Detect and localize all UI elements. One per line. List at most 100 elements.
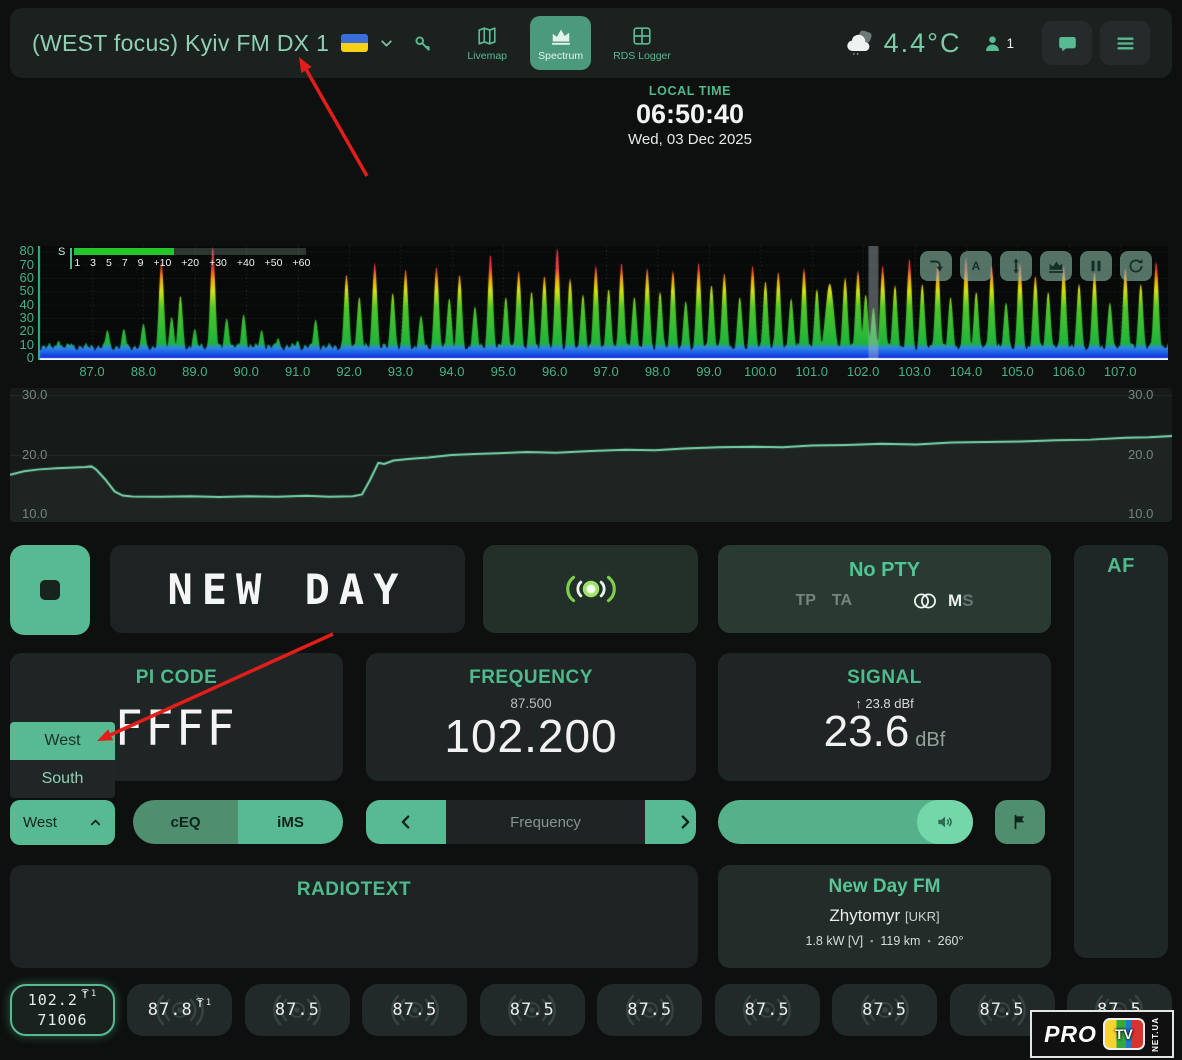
weather-cloud-icon[interactable]	[844, 30, 876, 56]
s-meter-tick: +30	[209, 257, 227, 269]
frequency-input[interactable]	[446, 800, 645, 844]
table-grid-icon	[631, 25, 653, 47]
ceq-button[interactable]: cEQ	[133, 800, 238, 844]
station-name-panel: NEW DAY	[110, 545, 465, 633]
preset-button-6[interactable]: 87.5	[597, 984, 702, 1036]
s-meter: S 13579+10+20+30+40+50+60	[58, 248, 310, 269]
logo-text-net-ua: NET.UA	[1151, 1017, 1160, 1052]
antenna-icon: 1	[80, 988, 97, 1000]
signal-panel: SIGNAL ↑ 23.8 dBf 23.6dBf	[718, 653, 1051, 781]
refresh-button[interactable]	[1120, 251, 1152, 281]
clock-time: 06:50:40	[628, 99, 752, 130]
spectrum-x-tick: 91.0	[281, 364, 315, 379]
s-meter-tick: +20	[181, 257, 199, 269]
transmitter-erp: 1.8 kW [V]	[806, 934, 864, 948]
server-title[interactable]: (WEST focus) Kyiv FM DX 1	[32, 30, 329, 57]
preset-frequency: 87.5	[627, 1000, 672, 1020]
pause-button[interactable]	[1080, 251, 1112, 281]
volume-slider[interactable]	[718, 800, 973, 844]
volume-slider-handle[interactable]	[917, 800, 973, 844]
pty-panel: No PTY TP TA M S	[718, 545, 1051, 633]
preset-frequency: 87.8	[148, 1000, 193, 1020]
signal-y-tick: 30.0	[22, 387, 47, 402]
signal-y-tick: 20.0	[22, 447, 47, 462]
spectrum-x-tick: 92.0	[332, 364, 366, 379]
menu-button[interactable]	[1100, 21, 1150, 65]
audio-playing-icon	[560, 569, 622, 609]
chevron-left-icon	[397, 813, 415, 831]
af-header: AF	[1074, 555, 1168, 578]
s-meter-tick: +50	[265, 257, 283, 269]
af-list-panel: AF	[1074, 545, 1168, 958]
spectrum-y-tick: 50	[8, 283, 34, 298]
spectrum-y-tick: 0	[8, 350, 34, 365]
s-meter-tick: 5	[106, 257, 112, 269]
radiotext-header: RADIOTEXT	[10, 879, 698, 901]
view-dropdown-trigger[interactable]: West	[10, 800, 115, 845]
preset-button-4[interactable]: 87.5	[362, 984, 467, 1036]
radiotext-panel: RADIOTEXT	[10, 865, 698, 968]
s-meter-label: S	[58, 246, 65, 269]
radiotext-value	[10, 909, 698, 927]
spectrum-y-tick: 40	[8, 297, 34, 312]
pan-down-button[interactable]	[920, 251, 952, 281]
nav-rds-logger[interactable]: RDS Logger	[605, 16, 679, 70]
local-clock: LOCAL TIME 06:50:40 Wed, 03 Dec 2025	[628, 84, 752, 148]
eq-ims-toggle-group: cEQiMS	[133, 800, 343, 844]
spectrum-y-tick: 10	[8, 337, 34, 352]
signal-y-tick: 30.0	[1128, 387, 1153, 402]
spectrum-y-tick: 60	[8, 270, 34, 285]
antenna-icon: 1	[195, 998, 212, 1009]
frequency-up-button[interactable]	[645, 800, 696, 844]
spectrum-x-tick: 106.0	[1052, 364, 1086, 379]
spectrum-chart-icon	[550, 25, 572, 47]
preset-pi-code: 71006	[37, 1010, 87, 1030]
ukraine-flag-icon	[341, 34, 368, 52]
spectrum-x-tick: 89.0	[178, 364, 212, 379]
chat-button[interactable]	[1042, 21, 1092, 65]
preset-buttons-row: 102.217100687.8187.587.587.587.587.587.5…	[10, 984, 1172, 1036]
annotation-a-button[interactable]: A	[960, 251, 992, 281]
audio-status-panel[interactable]	[483, 545, 698, 633]
dropdown-option-south[interactable]: South	[10, 760, 115, 798]
preset-button-7[interactable]: 87.5	[715, 984, 820, 1036]
ims-button[interactable]: iMS	[238, 800, 343, 844]
report-flag-button[interactable]	[995, 800, 1045, 844]
tp-flag: TP	[795, 592, 815, 610]
play-stop-button[interactable]	[10, 545, 90, 635]
temperature-value[interactable]: 4.4°C	[884, 28, 962, 59]
preset-button-5[interactable]: 87.5	[480, 984, 585, 1036]
graph-style-button[interactable]	[1040, 251, 1072, 281]
spectrum-x-tick: 87.0	[75, 364, 109, 379]
logo-text-pro: PRO	[1044, 1021, 1097, 1048]
key-icon[interactable]	[413, 34, 432, 53]
frequency-down-button[interactable]	[366, 800, 446, 844]
preset-button-2[interactable]: 87.81	[127, 984, 232, 1036]
spectrum-y-tick: 70	[8, 257, 34, 272]
listener-count[interactable]: 1	[983, 34, 1014, 53]
autoscale-button[interactable]	[1000, 251, 1032, 281]
dropdown-option-west[interactable]: West	[10, 722, 115, 760]
transmitter-distance: 119 km	[880, 934, 920, 948]
transmitter-details: 1.8 kW [V] ▪ 119 km ▪ 260°	[718, 934, 1051, 948]
transmitter-location: Zhytomyr [UKR]	[718, 906, 1051, 926]
clock-date: Wed, 03 Dec 2025	[628, 131, 752, 148]
s-meter-tick: 1	[74, 257, 80, 269]
chevron-down-icon[interactable]	[378, 35, 395, 52]
nav-livemap[interactable]: Livemap	[458, 16, 516, 70]
spectrum-x-tick: 94.0	[435, 364, 469, 379]
protv-logo: PRO TV NET.UA	[1030, 1010, 1174, 1058]
preset-button-1[interactable]: 102.2171006	[10, 984, 115, 1036]
nav-group: Livemap Spectrum RDS Logger	[458, 16, 679, 70]
signal-value: 23.6	[824, 707, 910, 756]
s-meter-scale: 13579+10+20+30+40+50+60	[74, 257, 310, 269]
frequency-panel: FREQUENCY 87.500 102.200	[366, 653, 696, 781]
preset-button-3[interactable]: 87.5	[245, 984, 350, 1036]
s-meter-tick: 3	[90, 257, 96, 269]
chevron-up-icon	[88, 815, 103, 830]
s-meter-tick: +60	[292, 257, 310, 269]
clock-label: LOCAL TIME	[628, 84, 752, 98]
person-icon	[983, 34, 1002, 53]
preset-button-8[interactable]: 87.5	[832, 984, 937, 1036]
nav-spectrum[interactable]: Spectrum	[530, 16, 591, 70]
